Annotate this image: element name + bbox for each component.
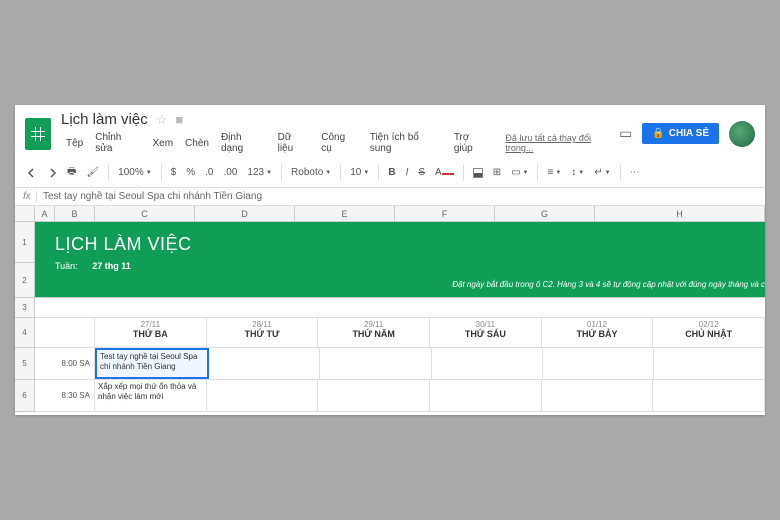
row-1[interactable]: 1	[15, 222, 34, 263]
text-color-button[interactable]: A	[431, 164, 458, 181]
menu-addons[interactable]: Tiện ích bổ sung	[365, 130, 447, 156]
decrease-decimal[interactable]: .0	[201, 164, 217, 181]
merge-button[interactable]: ▭▼	[507, 165, 532, 180]
menu-edit[interactable]: Chỉnh sửa	[90, 130, 145, 156]
day-fri: 30/11THỨ SÁU	[430, 318, 542, 347]
cell-g6[interactable]	[542, 380, 654, 411]
menu-file[interactable]: Tệp	[61, 136, 88, 151]
cell-h6[interactable]	[653, 380, 765, 411]
italic-button[interactable]: I	[402, 164, 413, 181]
day-thu: 29/11THỨ NĂM	[318, 318, 430, 347]
font-size-select[interactable]: 10▼	[346, 165, 373, 180]
menu-view[interactable]: Xem	[147, 136, 178, 151]
sheet-body: 1 2 3 4 5 6 LỊCH LÀM VIỆC Tuần: 27 thg 1…	[15, 222, 765, 412]
menu-data[interactable]: Dữ liệu	[273, 130, 315, 156]
col-f[interactable]: F	[395, 206, 495, 221]
row-headers: 1 2 3 4 5 6	[15, 222, 35, 412]
save-status[interactable]: Đã lưu tất cả thay đổi trong...	[505, 133, 619, 153]
cell-f6[interactable]	[430, 380, 542, 411]
valign-button[interactable]: ↕▼	[567, 165, 588, 180]
titlebar: Lịch làm việc ☆ ■ Tệp Chỉnh sửa Xem Chèn…	[15, 105, 765, 158]
cell-d5[interactable]	[209, 348, 320, 379]
cell-f5[interactable]	[432, 348, 543, 379]
formula-bar: fx Test tay nghề tại Seoul Spa chi nhánh…	[15, 188, 765, 206]
row-6[interactable]: 6	[15, 380, 34, 412]
fill-color-button[interactable]	[469, 165, 487, 181]
folder-icon[interactable]: ■	[175, 112, 183, 127]
col-h[interactable]: H	[595, 206, 765, 221]
col-a[interactable]: A	[35, 206, 55, 221]
row-4[interactable]: 4	[15, 318, 34, 348]
toolbar: 🖶 🖌 100%▼ $ % .0 .00 123▼ Roboto▼ 10▼ B …	[15, 158, 765, 188]
cell-g5[interactable]	[543, 348, 654, 379]
row-2[interactable]: 2	[15, 263, 34, 298]
banner-note: Đặt ngày bắt đầu trong ô C2. Hàng 3 và 4…	[452, 280, 765, 289]
column-headers: A B C D E F G H	[15, 206, 765, 222]
time-5[interactable]: 8:00 SA	[35, 348, 95, 379]
day-sun: 02/12CHỦ NHẬT	[653, 318, 765, 347]
schedule-row-5: 8:00 SA Test tay nghề tại Seoul Spa chi …	[35, 348, 765, 380]
cell-h5[interactable]	[654, 348, 765, 379]
lock-icon: 🔒	[652, 128, 664, 139]
banner-title: LỊCH LÀM VIỆC	[55, 234, 745, 255]
cell-d6[interactable]	[207, 380, 319, 411]
cell-c6[interactable]: Xắp xếp mọi thứ ổn thỏa và nhận việc làm…	[95, 380, 207, 411]
day-wed: 28/11THỨ TƯ	[207, 318, 319, 347]
fx-label: fx	[15, 191, 37, 202]
col-g[interactable]: G	[495, 206, 595, 221]
row-3-spacer	[35, 298, 765, 318]
star-icon[interactable]: ☆	[156, 112, 168, 128]
time-header	[35, 318, 95, 347]
menu-insert[interactable]: Chèn	[180, 136, 214, 151]
borders-button[interactable]: ⊞	[489, 164, 505, 181]
col-c[interactable]: C	[95, 206, 195, 221]
format-currency[interactable]: $	[167, 164, 181, 181]
wrap-button[interactable]: ↵▼	[590, 165, 614, 180]
menu-tools[interactable]: Công cụ	[316, 130, 363, 156]
redo-button[interactable]	[43, 165, 61, 181]
col-b[interactable]: B	[55, 206, 95, 221]
avatar[interactable]	[729, 121, 755, 147]
sheets-logo[interactable]	[25, 118, 51, 150]
comments-icon[interactable]: ▭	[619, 125, 632, 142]
share-button[interactable]: 🔒 CHIA SẺ	[642, 123, 719, 144]
schedule-row-6: 8:30 SA Xắp xếp mọi thứ ổn thỏa và nhận …	[35, 380, 765, 412]
cell-c5[interactable]: Test tay nghề tại Seoul Spa chi nhánh Ti…	[95, 348, 209, 379]
time-6[interactable]: 8:30 SA	[35, 380, 95, 411]
increase-decimal[interactable]: .00	[220, 164, 242, 181]
doc-title[interactable]: Lịch làm việc	[61, 111, 148, 128]
banner: LỊCH LÀM VIỆC Tuần: 27 thg 11 Đặt ngày b…	[35, 222, 765, 298]
more-button[interactable]: ⋯	[626, 164, 644, 181]
menu-bar: Tệp Chỉnh sửa Xem Chèn Định dạng Dữ liệu…	[61, 130, 619, 156]
font-select[interactable]: Roboto▼	[287, 165, 335, 180]
share-label: CHIA SẺ	[669, 128, 709, 139]
day-tue: 27/11THỨ BA	[95, 318, 207, 347]
col-d[interactable]: D	[195, 206, 295, 221]
undo-button[interactable]	[23, 165, 41, 181]
formula-input[interactable]: Test tay nghề tại Seoul Spa chi nhánh Ti…	[37, 191, 765, 202]
grid[interactable]: LỊCH LÀM VIỆC Tuần: 27 thg 11 Đặt ngày b…	[35, 222, 765, 412]
week-label: Tuần:	[55, 261, 78, 271]
format-percent[interactable]: %	[182, 164, 199, 181]
menu-help[interactable]: Trợ giúp	[449, 130, 496, 156]
select-all-corner[interactable]	[15, 206, 35, 221]
strike-button[interactable]: S	[414, 164, 429, 181]
row-3[interactable]: 3	[15, 298, 34, 318]
paint-format-button[interactable]: 🖌	[82, 164, 103, 181]
menu-format[interactable]: Định dạng	[216, 130, 271, 156]
more-formats[interactable]: 123▼	[243, 165, 276, 180]
week-value: 27 thg 11	[92, 261, 131, 271]
halign-button[interactable]: ≡▼	[543, 165, 565, 180]
day-header-row: 27/11THỨ BA 28/11THỨ TƯ 29/11THỨ NĂM 30/…	[35, 318, 765, 348]
cell-e6[interactable]	[318, 380, 430, 411]
row-5[interactable]: 5	[15, 348, 34, 380]
day-sat: 01/12THỨ BẢY	[542, 318, 654, 347]
zoom-select[interactable]: 100%▼	[114, 165, 156, 180]
col-e[interactable]: E	[295, 206, 395, 221]
bold-button[interactable]: B	[384, 164, 399, 181]
cell-e5[interactable]	[320, 348, 431, 379]
app-window: Lịch làm việc ☆ ■ Tệp Chỉnh sửa Xem Chèn…	[15, 105, 765, 415]
print-button[interactable]: 🖶	[63, 161, 80, 184]
